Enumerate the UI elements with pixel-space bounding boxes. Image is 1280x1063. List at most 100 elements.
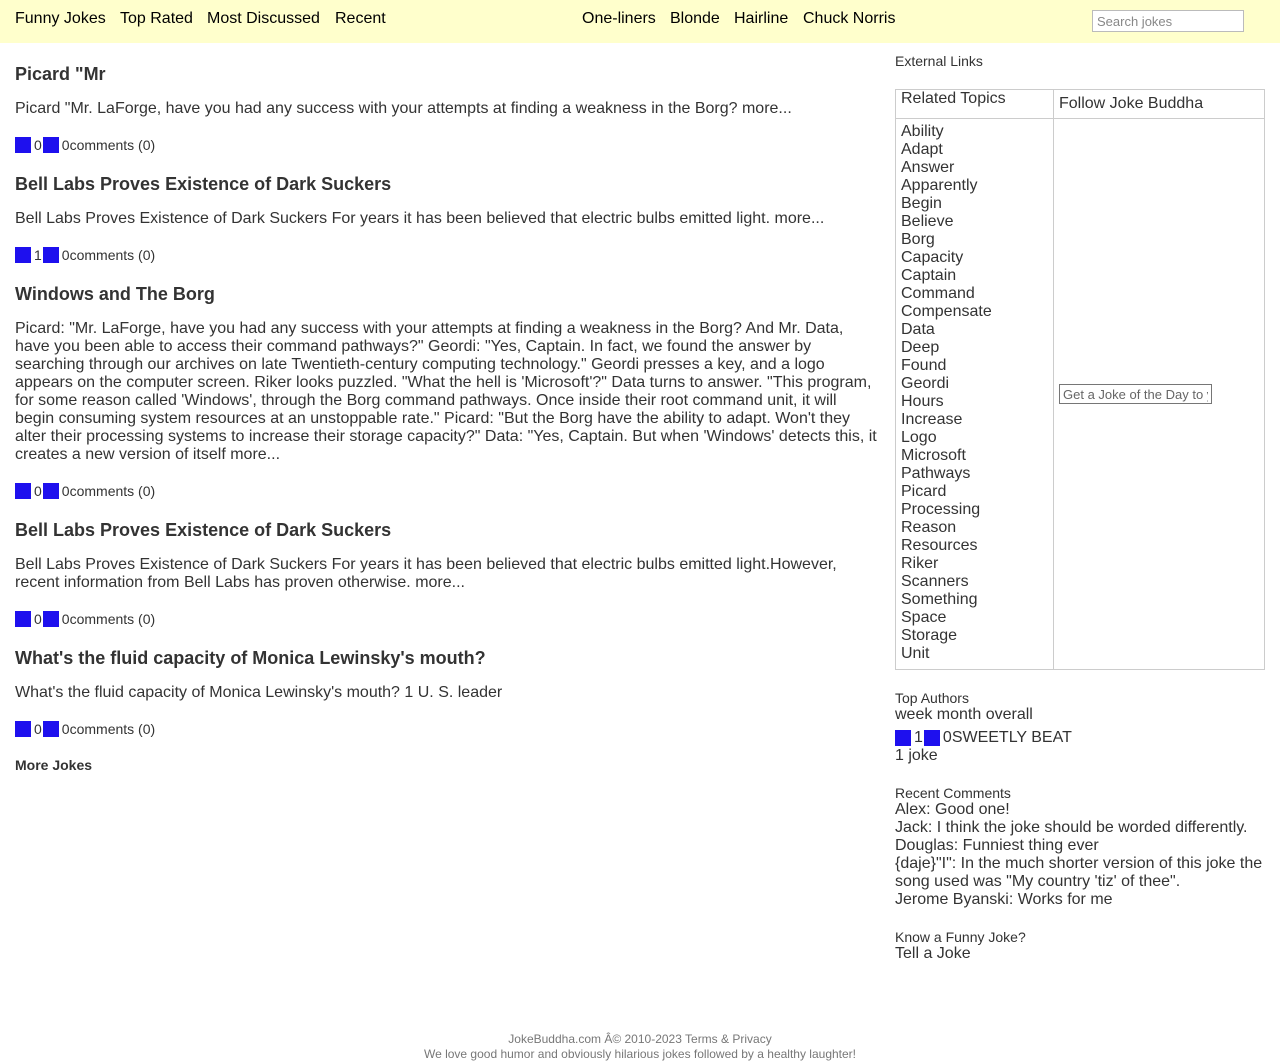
more-jokes-link[interactable]: More Jokes (15, 757, 92, 773)
vote-down-count: 0 (61, 137, 70, 153)
comments-link[interactable]: comments (0) (70, 720, 156, 738)
topic-link[interactable]: Compensate (901, 303, 1053, 321)
author-joke-count: 1 joke (895, 747, 938, 764)
nav-chuck-norris[interactable]: Chuck Norris (803, 10, 895, 28)
topic-link[interactable]: Pathways (901, 465, 1053, 483)
joke-text: Bell Labs Proves Existence of Dark Sucke… (15, 210, 771, 227)
joke-body: Picard "Mr. LaForge, have you had any su… (15, 100, 880, 118)
nav-blonde[interactable]: Blonde (670, 10, 720, 28)
vote-down-icon[interactable] (42, 247, 59, 263)
topic-link[interactable]: Reason (901, 519, 1053, 537)
vote-row: 0 0 comments (0) (15, 482, 880, 500)
vote-down-icon[interactable] (42, 137, 59, 153)
author-period-tabs[interactable]: week month overall (895, 706, 1033, 724)
more-link[interactable]: more... (230, 446, 280, 463)
joke-title[interactable]: Bell Labs Proves Existence of Dark Sucke… (15, 173, 880, 195)
recent-comment[interactable]: Jack: I think the joke should be worded … (895, 819, 1265, 837)
joke-of-the-day-email-input[interactable] (1059, 384, 1212, 404)
author-name-link[interactable]: SWEETLY BEAT (952, 729, 1072, 747)
topic-link[interactable]: Riker (901, 555, 1053, 573)
topics-cell: Ability Adapt Answer Apparently Begin Believe… (895, 118, 1054, 670)
topic-link[interactable]: Increase (901, 411, 1053, 429)
topic-link[interactable]: Geordi (901, 375, 1053, 393)
topic-link[interactable]: Logo (901, 429, 1053, 447)
joke-title[interactable]: Picard "Mr (15, 63, 880, 85)
topic-link[interactable]: Ability (901, 123, 1053, 141)
vote-up-icon[interactable] (15, 611, 31, 627)
nav-top-rated[interactable]: Top Rated (120, 10, 193, 28)
comments-link[interactable]: comments (0) (70, 136, 156, 154)
vote-up-icon[interactable] (895, 730, 911, 746)
nav-one-liners[interactable]: One-liners (582, 10, 656, 28)
comments-link[interactable]: comments (0) (70, 482, 156, 500)
copyright: JokeBuddha.com Â© 2010-2023 (508, 1032, 682, 1046)
topic-link[interactable]: Resources (901, 537, 1053, 555)
topic-link[interactable]: Storage (901, 627, 1053, 645)
joke-title[interactable]: What's the fluid capacity of Monica Lewi… (15, 647, 880, 669)
joke-title[interactable]: Windows and The Borg (15, 283, 880, 305)
nav-funny-jokes[interactable]: Funny Jokes (15, 10, 106, 28)
joke-title[interactable]: Bell Labs Proves Existence of Dark Sucke… (15, 519, 880, 541)
topic-link[interactable]: Command (901, 285, 1053, 303)
recent-comments-list: Alex: Good one! Jack: I think the joke sh… (895, 801, 1265, 909)
vote-up-icon[interactable] (15, 721, 31, 737)
topic-link[interactable]: Borg (901, 231, 1053, 249)
vote-down-icon[interactable] (42, 483, 59, 499)
recent-comment[interactable]: Alex: Good one! (895, 801, 1265, 819)
top-authors-heading: Top Authors (895, 690, 969, 706)
vote-up-icon[interactable] (15, 247, 31, 263)
privacy-link[interactable]: Privacy (732, 1032, 771, 1046)
topic-link[interactable]: Captain (901, 267, 1053, 285)
recent-comment[interactable]: {daje}"I": In the much shorter version o… (895, 855, 1265, 891)
vote-up-count: 0 (34, 611, 42, 627)
topic-link[interactable]: Unit (901, 645, 1053, 663)
terms-link[interactable]: Terms (685, 1032, 718, 1046)
nav-recent[interactable]: Recent (335, 10, 386, 28)
recent-comment[interactable]: Douglas: Funniest thing ever (895, 837, 1265, 855)
vote-down-count: 0 (61, 247, 70, 263)
topic-link[interactable]: Answer (901, 159, 1053, 177)
topic-link[interactable]: Deep (901, 339, 1053, 357)
joke-body: What's the fluid capacity of Monica Lewi… (15, 684, 880, 702)
topic-link[interactable]: Found (901, 357, 1053, 375)
vote-up-count: 0 (34, 721, 42, 737)
comments-link[interactable]: comments (0) (70, 610, 156, 628)
topic-link[interactable]: Scanners (901, 573, 1053, 591)
topic-link[interactable]: Processing (901, 501, 1053, 519)
topic-link[interactable]: Picard (901, 483, 1053, 501)
vote-down-icon[interactable] (42, 611, 59, 627)
vote-up-count: 1 (34, 247, 42, 263)
more-link[interactable]: more... (774, 210, 824, 227)
top-navigation-bar: Funny Jokes Top Rated Most Discussed Rec… (0, 0, 1280, 43)
external-links-heading: External Links (895, 53, 983, 69)
topic-link[interactable]: Capacity (901, 249, 1053, 267)
vote-down-count: 0 (61, 483, 70, 499)
topic-link[interactable]: Believe (901, 213, 1053, 231)
nav-hairline[interactable]: Hairline (734, 10, 788, 28)
joke-body: Bell Labs Proves Existence of Dark Sucke… (15, 210, 880, 228)
comments-link[interactable]: comments (0) (70, 246, 156, 264)
topic-list: Ability Adapt Answer Apparently Begin Believe… (896, 119, 1053, 663)
more-link[interactable]: more... (415, 574, 465, 591)
topic-link[interactable]: Begin (901, 195, 1053, 213)
tell-a-joke-link[interactable]: Tell a Joke (895, 945, 971, 963)
more-link[interactable]: more... (742, 100, 792, 117)
topic-link[interactable]: Hours (901, 393, 1053, 411)
follow-header: Follow Joke Buddha (1053, 89, 1265, 119)
follow-cell (1053, 118, 1265, 670)
related-topics-table: Related Topics Follow Joke Buddha Abilit… (895, 89, 1265, 670)
topic-link[interactable]: Something (901, 591, 1053, 609)
topic-link[interactable]: Apparently (901, 177, 1053, 195)
vote-down-icon[interactable] (42, 721, 59, 737)
topic-link[interactable]: Adapt (901, 141, 1053, 159)
vote-up-icon[interactable] (15, 137, 31, 153)
vote-down-icon[interactable] (923, 730, 940, 746)
topic-link[interactable]: Space (901, 609, 1053, 627)
search-input[interactable] (1092, 10, 1244, 32)
topic-link[interactable]: Microsoft (901, 447, 1053, 465)
topic-link[interactable]: Data (901, 321, 1053, 339)
recent-comment[interactable]: Jerome Byanski: Works for me (895, 891, 1265, 909)
joke-text: What's the fluid capacity of Monica Lewi… (15, 684, 503, 701)
nav-most-discussed[interactable]: Most Discussed (207, 10, 320, 28)
vote-up-icon[interactable] (15, 483, 31, 499)
